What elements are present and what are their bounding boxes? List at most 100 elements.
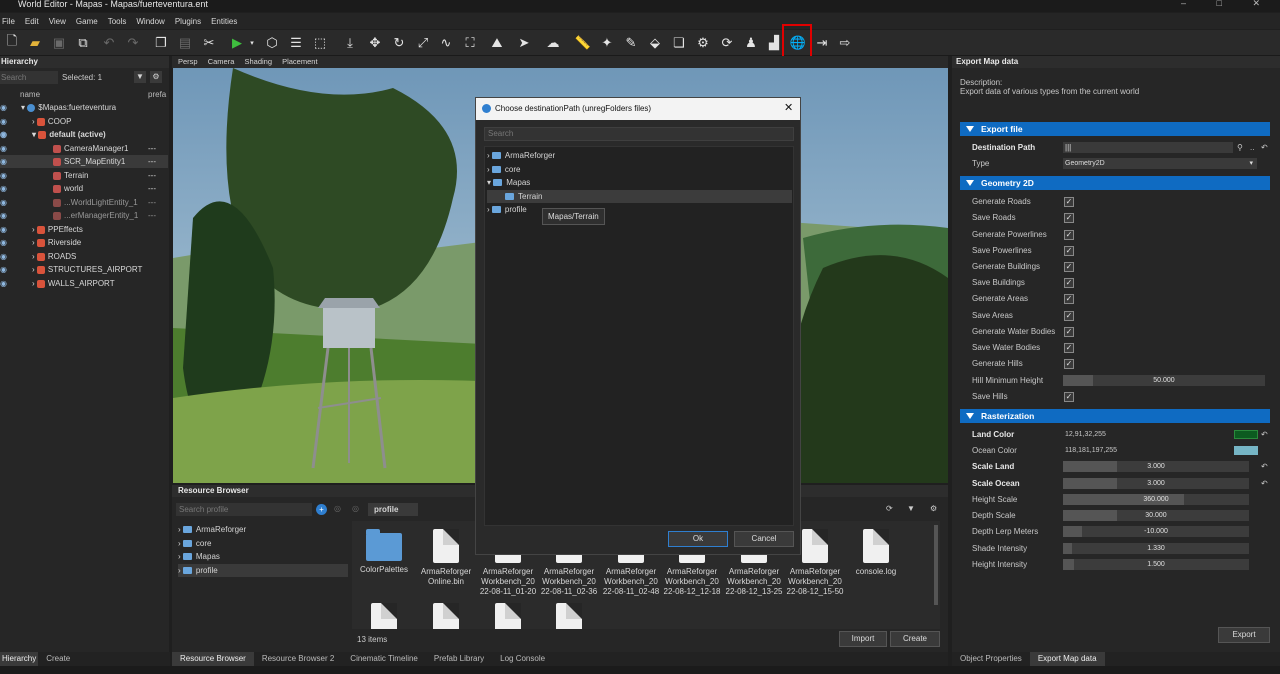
tree-item[interactable]: › core bbox=[178, 537, 348, 551]
checkbox[interactable]: ✓ bbox=[1064, 294, 1074, 304]
tree-item[interactable]: › profile bbox=[487, 203, 792, 217]
tab-log-console[interactable]: Log Console bbox=[492, 652, 553, 666]
value-slider[interactable]: 1.500 bbox=[1063, 559, 1249, 570]
checkbox[interactable]: ✓ bbox=[1064, 343, 1074, 353]
eye-icon[interactable]: ◉ bbox=[0, 169, 7, 182]
tree-row-manager[interactable]: ◉ ...erManagerEntity_1 --- bbox=[0, 209, 168, 222]
terrain-icon[interactable]: ⛰ bbox=[488, 34, 506, 52]
objects-icon[interactable]: ♟ bbox=[742, 34, 760, 52]
tree-item[interactable]: › Mapas bbox=[178, 550, 348, 564]
tab-persp[interactable]: Persp bbox=[178, 57, 198, 66]
hill-slider[interactable]: 50.000 bbox=[1063, 375, 1265, 386]
value-slider[interactable]: 30.000 bbox=[1063, 510, 1249, 521]
value-slider[interactable]: 3.000 bbox=[1063, 478, 1249, 489]
file-tile[interactable]: console.log bbox=[846, 529, 906, 577]
resource-search[interactable]: Search profile bbox=[176, 503, 312, 516]
tree-item[interactable]: ▾ Mapas bbox=[487, 176, 792, 190]
type-select[interactable]: Geometry2D ▾ bbox=[1063, 158, 1257, 169]
menu-tools[interactable]: Tools bbox=[108, 17, 127, 26]
play-dropdown-icon[interactable]: ▾ bbox=[243, 34, 261, 52]
eye-icon[interactable]: ◉ bbox=[0, 115, 7, 128]
checkbox[interactable]: ✓ bbox=[1064, 230, 1074, 240]
new-file-icon[interactable]: 🗋 bbox=[3, 33, 21, 52]
menu-file[interactable]: File bbox=[2, 17, 15, 26]
select-icon[interactable]: ⬚ bbox=[311, 34, 329, 52]
measure-icon[interactable]: 📏 bbox=[574, 34, 592, 52]
tree-row-riverside[interactable]: ◉ › Riverside bbox=[0, 236, 168, 249]
tree-item-selected[interactable]: Terrain bbox=[487, 189, 792, 203]
checkbox[interactable]: ✓ bbox=[1064, 246, 1074, 256]
menu-game[interactable]: Game bbox=[76, 17, 98, 26]
tab-shading[interactable]: Shading bbox=[244, 57, 272, 66]
tree-item[interactable]: › ArmaReforger bbox=[487, 149, 792, 163]
export-map-icon[interactable]: ⇨ bbox=[836, 34, 854, 52]
file-tile[interactable]: ColorPalettes bbox=[354, 527, 414, 575]
tab-export-map-data[interactable]: Export Map data bbox=[1029, 652, 1105, 666]
back-icon[interactable]: ◎ bbox=[334, 504, 341, 513]
copy-icon[interactable]: ❐ bbox=[152, 34, 170, 52]
add-icon[interactable]: + bbox=[316, 504, 327, 515]
brush-icon[interactable]: ✎ bbox=[622, 34, 640, 52]
browse-icon[interactable]: .. bbox=[1250, 140, 1254, 155]
tree-row-terrain[interactable]: ◉ Terrain --- bbox=[0, 169, 168, 182]
stack-icon[interactable]: ❏ bbox=[670, 34, 688, 52]
open-folder-icon[interactable]: ▰ bbox=[26, 34, 44, 52]
tab-hierarchy[interactable]: Hierarchy bbox=[0, 652, 39, 666]
file-tile[interactable] bbox=[539, 603, 599, 629]
reset-icon[interactable]: ↶ bbox=[1261, 476, 1268, 491]
tab-resource-browser-2[interactable]: Resource Browser 2 bbox=[254, 652, 342, 666]
value-slider[interactable]: -10.000 bbox=[1063, 526, 1249, 537]
tree-row-ppeffects[interactable]: ◉ › PPEffects bbox=[0, 223, 168, 236]
checkbox[interactable]: ✓ bbox=[1064, 311, 1074, 321]
tree-row-roads[interactable]: ◉ › ROADS bbox=[0, 250, 168, 263]
file-tile[interactable] bbox=[478, 603, 538, 629]
save-icon[interactable]: ▣ bbox=[50, 34, 68, 52]
undo-icon[interactable]: ↶ bbox=[100, 34, 118, 52]
tab-cinematic-timeline[interactable]: Cinematic Timeline bbox=[342, 652, 426, 666]
tree-row-default[interactable]: ◉ ▾ default (active) bbox=[0, 128, 168, 141]
cancel-button[interactable]: Cancel bbox=[734, 531, 794, 547]
eye-icon[interactable]: ◉ bbox=[0, 142, 7, 155]
buildings-icon[interactable]: ▟ bbox=[765, 34, 783, 52]
create-button[interactable]: Create bbox=[890, 631, 940, 647]
eye-icon[interactable]: ◉ bbox=[0, 223, 7, 236]
file-tile[interactable]: ArmaReforger Online.bin bbox=[416, 529, 476, 587]
search-icon[interactable]: ⚲ bbox=[1237, 140, 1243, 155]
tab-object-properties[interactable]: Object Properties bbox=[952, 652, 1030, 666]
close-icon[interactable]: ✕ bbox=[784, 101, 793, 114]
tab-camera[interactable]: Camera bbox=[208, 57, 235, 66]
import-button[interactable]: Import bbox=[839, 631, 887, 647]
paste-icon[interactable]: ▤ bbox=[176, 34, 194, 52]
menu-edit[interactable]: Edit bbox=[25, 17, 39, 26]
bounds-icon[interactable]: ⛶ bbox=[461, 34, 479, 52]
magic-wand-icon[interactable]: ✦ bbox=[598, 34, 616, 52]
refresh-icon[interactable]: ⟳ bbox=[886, 504, 893, 513]
tree-row-coop[interactable]: ◉ › COOP bbox=[0, 115, 168, 128]
eye-icon[interactable]: ◉ bbox=[0, 128, 7, 141]
checkbox[interactable]: ✓ bbox=[1064, 262, 1074, 272]
eye-icon[interactable]: ◉ bbox=[0, 209, 7, 222]
export-icon[interactable]: ⧉ bbox=[74, 34, 92, 52]
scrollbar[interactable] bbox=[934, 525, 938, 605]
hierarchy-search[interactable]: Search bbox=[0, 71, 58, 84]
reset-icon[interactable]: ↶ bbox=[1261, 140, 1268, 155]
menu-view[interactable]: View bbox=[49, 17, 66, 26]
checkbox[interactable]: ✓ bbox=[1064, 213, 1074, 223]
tab-resource-browser[interactable]: Resource Browser bbox=[172, 652, 254, 666]
navigate-icon[interactable]: ➤ bbox=[515, 34, 533, 52]
checkbox[interactable]: ✓ bbox=[1064, 392, 1074, 402]
checkbox[interactable]: ✓ bbox=[1064, 327, 1074, 337]
dest-path-input[interactable]: ||| bbox=[1063, 142, 1233, 153]
cut-icon[interactable]: ✂ bbox=[200, 34, 218, 52]
eye-icon[interactable]: ◉ bbox=[0, 182, 7, 195]
section-geometry[interactable]: Geometry 2D bbox=[960, 176, 1270, 190]
gear-icon[interactable]: ⚙ bbox=[150, 71, 162, 83]
eye-icon[interactable]: ◉ bbox=[0, 277, 7, 290]
forward-icon[interactable]: ◎ bbox=[352, 504, 359, 513]
land-color-swatch[interactable] bbox=[1234, 430, 1258, 439]
tree-row-walls[interactable]: ◉ › WALLS_AIRPORT bbox=[0, 277, 168, 290]
tab-create[interactable]: Create bbox=[38, 652, 78, 666]
path-crumb[interactable]: profile bbox=[368, 503, 418, 516]
eye-icon[interactable]: ◉ bbox=[0, 155, 7, 168]
menu-entities[interactable]: Entities bbox=[211, 17, 237, 26]
